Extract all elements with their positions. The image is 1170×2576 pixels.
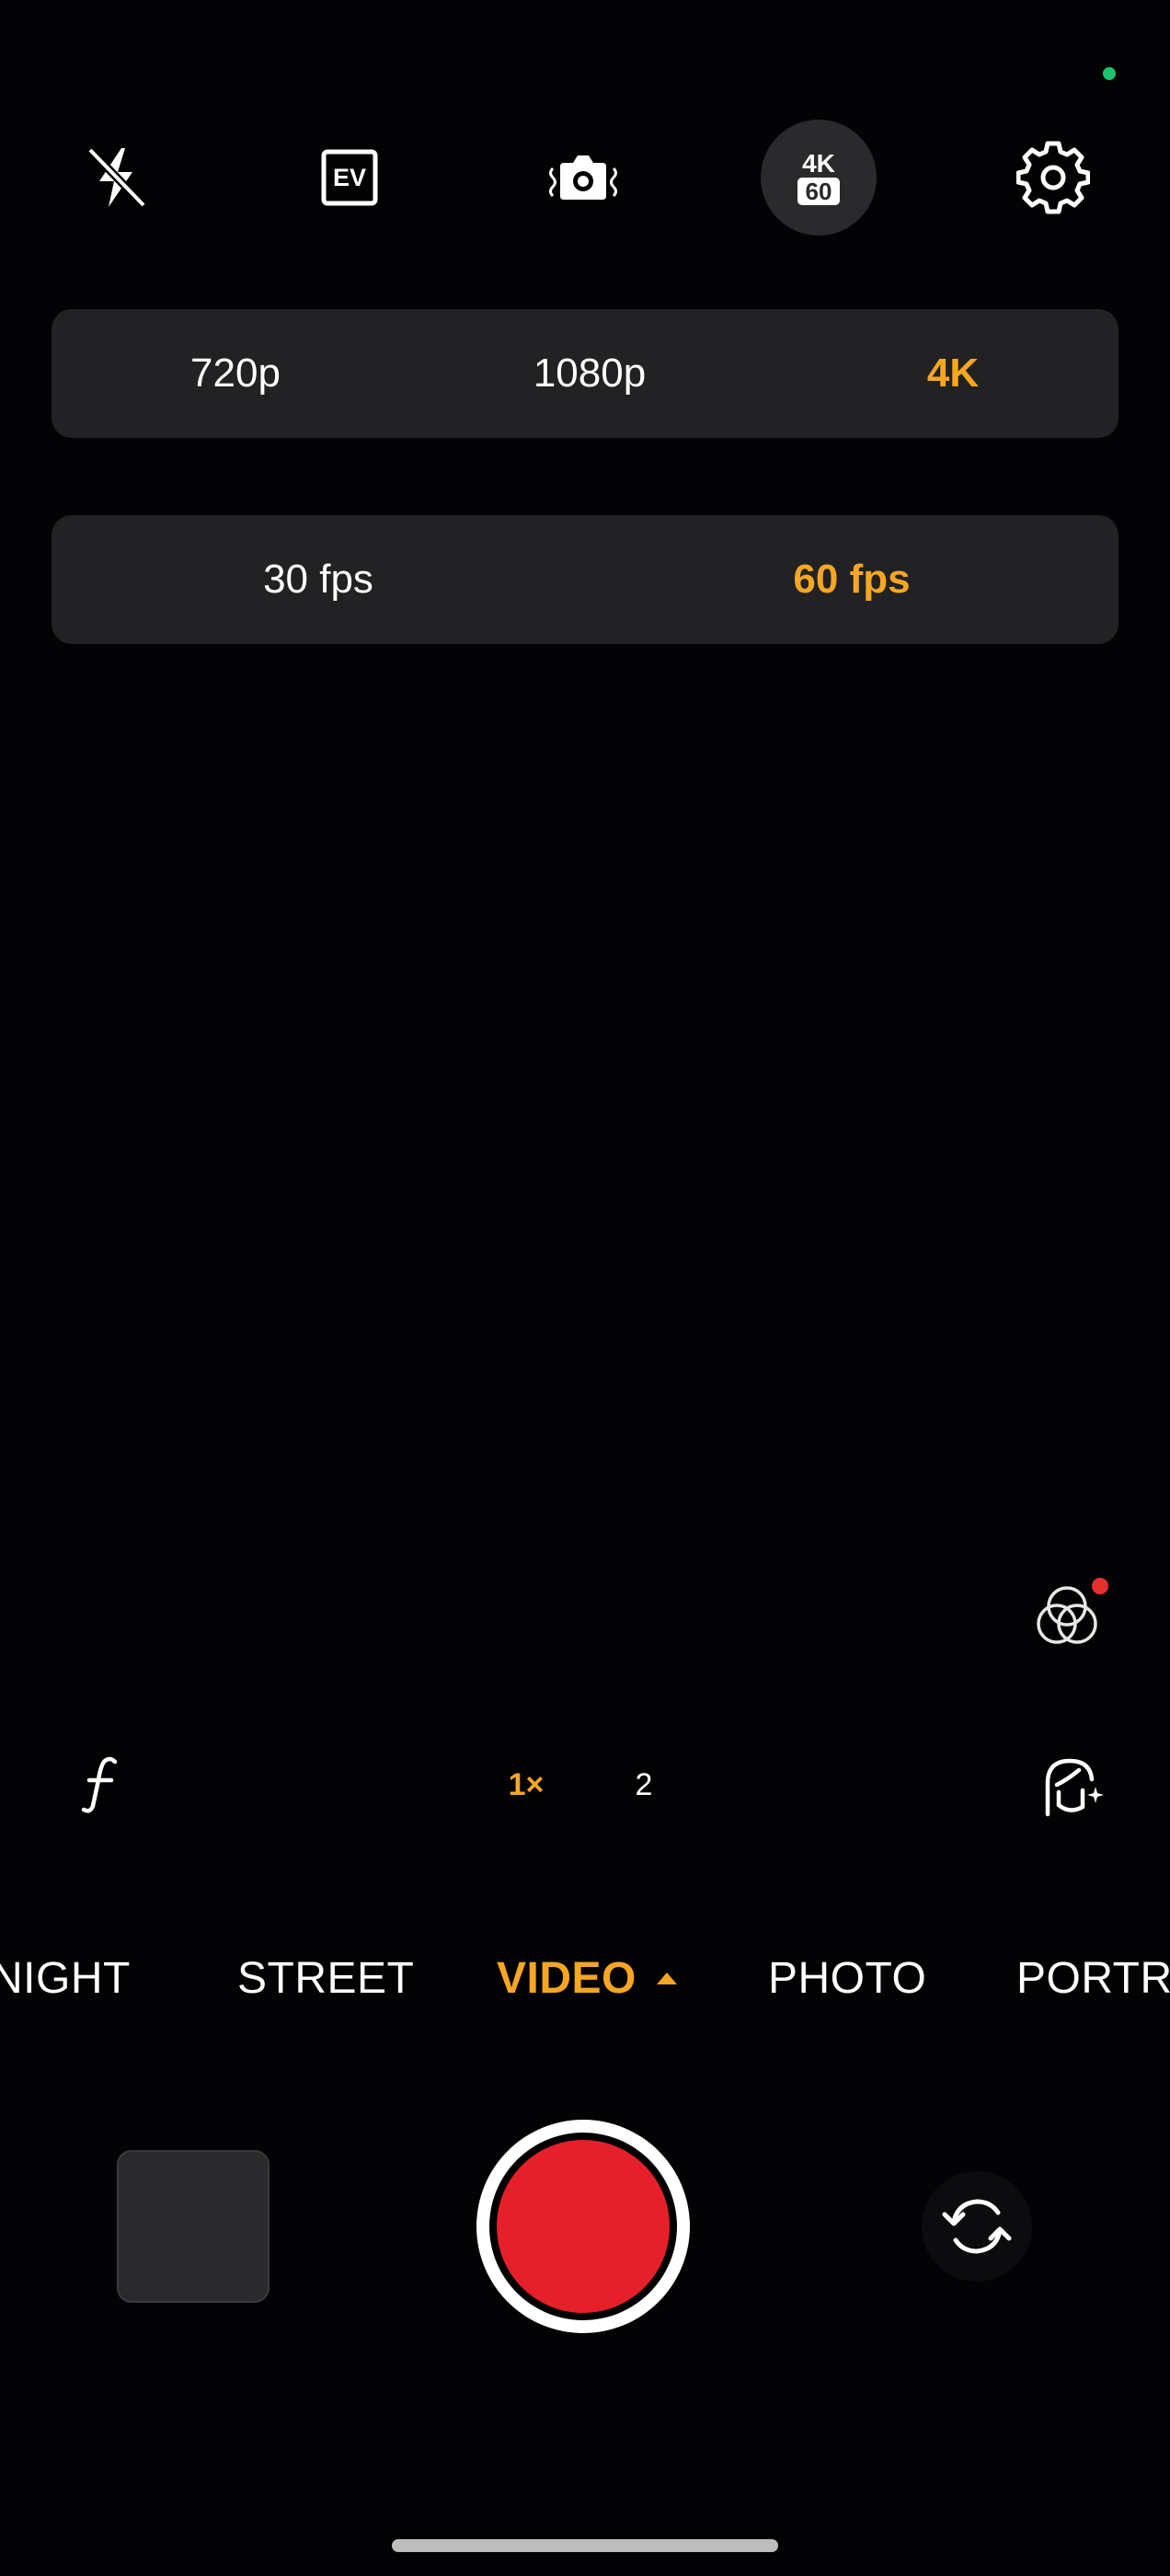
ev-label: EV <box>332 163 367 191</box>
top-toolbar: EV 4K 60 <box>0 120 1170 236</box>
zoom-1x-button[interactable]: 1× <box>488 1748 565 1822</box>
new-badge <box>1092 1578 1108 1594</box>
mode-street[interactable]: STREET <box>237 1941 414 2015</box>
gallery-thumbnail[interactable] <box>117 2150 270 2303</box>
lens-row: 1× 2 <box>0 1748 1170 1822</box>
video-quality-res: 4K <box>802 149 835 178</box>
home-indicator[interactable] <box>392 2539 778 2552</box>
ev-button[interactable]: EV <box>292 120 407 236</box>
bottom-controls <box>0 2116 1170 2337</box>
stabilization-icon <box>549 155 617 200</box>
resolution-option-720p[interactable]: 720p <box>143 309 327 438</box>
mode-indicator-icon <box>656 1972 677 1984</box>
mode-night[interactable]: NIGHT <box>0 1941 131 2015</box>
resolution-selector: 720p 1080p 4K <box>52 309 1118 438</box>
video-quality-button[interactable]: 4K 60 <box>761 120 877 236</box>
mode-portrait-clip: PORTRAIT <box>1016 1941 1170 2015</box>
flash-off-icon <box>86 146 147 209</box>
mode-portrait[interactable]: PORTRAIT <box>1016 1941 1170 2015</box>
record-button[interactable] <box>476 2120 690 2333</box>
zoom-2x-button[interactable]: 2 <box>605 1748 682 1822</box>
switch-camera-button[interactable] <box>922 2171 1032 2282</box>
resolution-option-4k[interactable]: 4K <box>861 309 1045 438</box>
framerate-selector: 30 fps 60 fps <box>52 515 1118 644</box>
mode-video-label: VIDEO <box>497 1953 637 2003</box>
settings-button[interactable] <box>995 120 1111 236</box>
flash-toggle-button[interactable] <box>58 120 174 236</box>
aperture-button[interactable] <box>64 1748 138 1822</box>
mode-selector: NIGHT STREET VIDEO PHOTO PORTRAIT <box>0 1941 1170 2015</box>
switch-camera-icon <box>942 2199 1012 2254</box>
record-button-ring <box>489 2133 677 2320</box>
beauty-button[interactable] <box>1030 1743 1113 1826</box>
beauty-face-icon <box>1045 1758 1104 1817</box>
record-button-core <box>497 2140 670 2313</box>
framerate-option-60[interactable]: 60 fps <box>741 515 962 644</box>
framerate-option-30[interactable]: 30 fps <box>208 515 429 644</box>
filters-button[interactable] <box>1028 1573 1111 1656</box>
video-quality-icon: 4K 60 <box>797 150 841 205</box>
mode-video[interactable]: VIDEO <box>497 1941 677 2015</box>
privacy-indicator-dot <box>1103 67 1116 80</box>
settings-gear-icon <box>1016 141 1090 214</box>
stabilization-button[interactable] <box>525 120 641 236</box>
camera-screen: EV 4K 60 720p 1080p 4K 30 fps 60 fps 1× … <box>0 0 1170 2576</box>
viewfinder[interactable] <box>0 699 1170 1711</box>
mode-photo[interactable]: PHOTO <box>768 1941 926 2015</box>
video-quality-fps: 60 <box>797 178 841 205</box>
filters-icon <box>1037 1578 1108 1644</box>
aperture-f-icon <box>81 1756 118 1813</box>
resolution-option-1080p[interactable]: 1080p <box>488 309 691 438</box>
